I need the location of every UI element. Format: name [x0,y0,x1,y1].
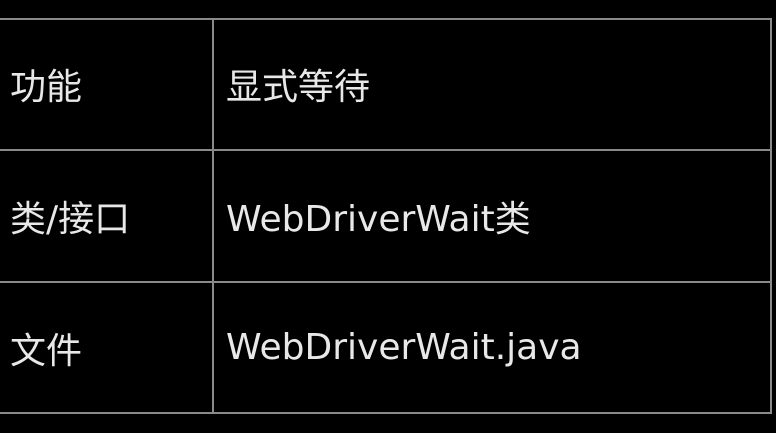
row-value-class-interface: WebDriverWait类 [213,148,770,283]
row-label-file: 文件 [0,281,214,412]
row-value-file: WebDriverWait.java [213,281,770,412]
table-row-class-interface: 类/接口 WebDriverWait类 [0,148,770,283]
row-value-function: 显式等待 [226,67,371,109]
table-row-file: 文件 WebDriverWait.java [0,281,770,412]
info-table: 功能 显式等待 类/接口 WebDriverWait类 文件 WebDriver… [0,20,770,412]
table-row-function: 功能 显式等待 [0,20,770,150]
row-label-class-interface: 类/接口 [0,148,214,283]
row-label-function: 功能 [0,20,214,150]
info-table-container: 功能 显式等待 类/接口 WebDriverWait类 文件 WebDriver… [0,18,772,414]
